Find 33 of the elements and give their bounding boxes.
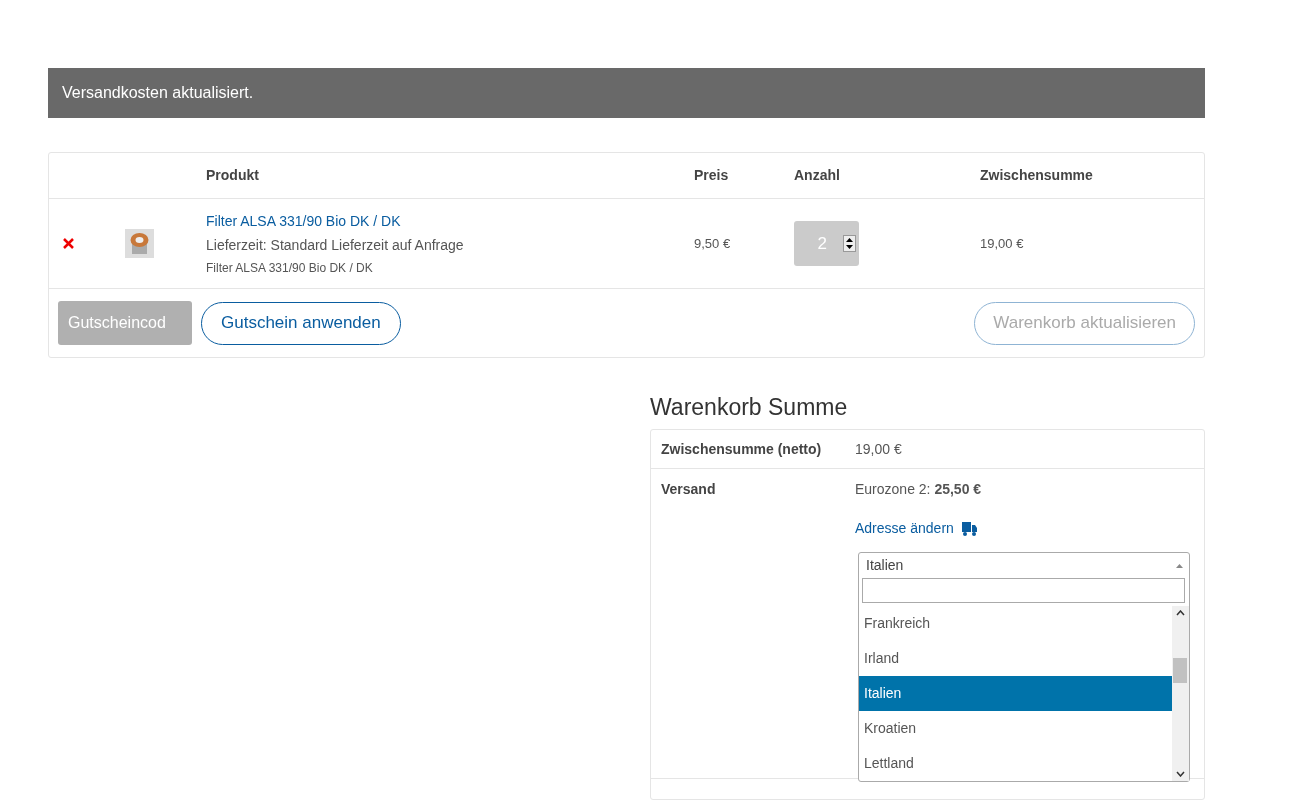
remove-icon[interactable] — [63, 238, 74, 249]
country-option[interactable]: Lettland — [859, 746, 1172, 781]
selected-country: Italien — [866, 556, 904, 575]
notice-bar: Versandkosten aktualisiert. — [48, 68, 1205, 118]
subtotal-value: 19,00 € — [855, 439, 902, 459]
country-option[interactable]: Irland — [859, 641, 1172, 676]
scroll-down-icon[interactable] — [1176, 771, 1185, 777]
change-address-link[interactable]: Adresse ändern — [855, 518, 954, 539]
search-field[interactable] — [862, 578, 1185, 603]
product-variant: Filter ALSA 331/90 Bio DK / DK — [206, 259, 374, 277]
country-dropdown[interactable]: Italien Frankreich Irland Italien Kroatien Lettland — [858, 552, 1190, 782]
country-option[interactable]: Kroatien — [859, 711, 1172, 746]
product-thumbnail[interactable] — [125, 229, 154, 258]
shipping-value: Eurozone 2: 25,50 € — [855, 480, 983, 499]
delivery-time: Lieferzeit: Standard Lieferzeit auf Anfrage — [206, 235, 465, 255]
totals-heading: Warenkorb Summe — [650, 393, 849, 422]
price-cell-text: 9,50 € — [694, 234, 732, 253]
truck-icon — [961, 521, 977, 536]
scroll-thumb[interactable] — [1173, 658, 1187, 683]
product-link[interactable]: Filter ALSA 331/90 Bio DK / DK — [206, 210, 694, 232]
subtotal-cell-text: 19,00 € — [980, 234, 1024, 253]
country-option[interactable]: Italien — [859, 676, 1172, 711]
spinner-icon[interactable] — [843, 235, 856, 252]
column-header: Preis — [694, 166, 730, 185]
column-header: Anzahl — [794, 166, 841, 185]
coupon-field[interactable]: Gutscheincod — [58, 301, 192, 345]
scroll-up-icon[interactable] — [1176, 610, 1185, 616]
country-option[interactable]: Frankreich — [859, 606, 1172, 641]
column-header: Zwischensumme — [980, 166, 1093, 185]
column-header: Produkt — [206, 166, 260, 185]
caret-icon — [1176, 563, 1183, 568]
row-label: Zwischensumme (netto) — [661, 439, 823, 459]
row-label: Versand — [661, 480, 717, 499]
